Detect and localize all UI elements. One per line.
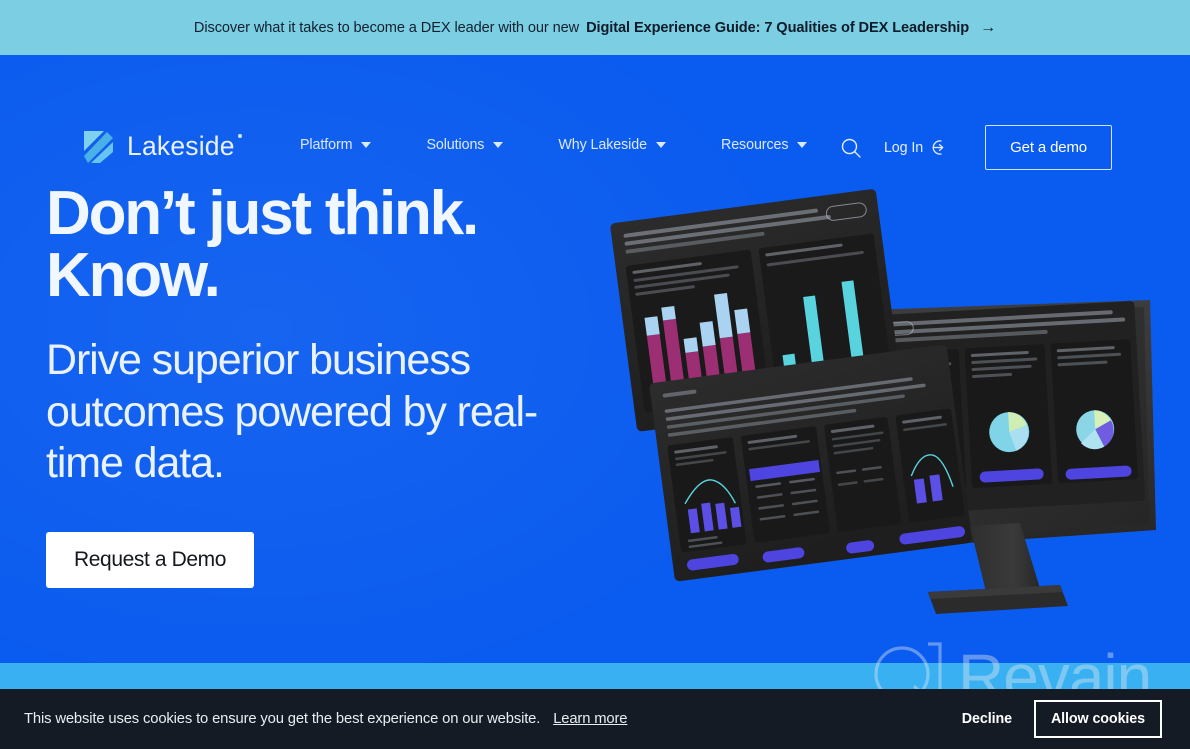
nav-item-solutions[interactable]: Solutions (426, 137, 504, 153)
lakeside-dashboard-monitor-image (590, 140, 1190, 640)
cookie-message-wrap: This website uses cookies to ensure you … (24, 711, 628, 727)
decline-cookies-button[interactable]: Decline (962, 711, 1012, 727)
announcement-content: Discover what it takes to become a DEX l… (193, 19, 996, 36)
hero-content: Don’t just think. Know. Drive superior b… (46, 183, 566, 588)
brand-name: Lakeside (127, 131, 242, 162)
hero-subheadline: Drive superior business outcomes powered… (46, 336, 538, 488)
chevron-down-icon (361, 142, 372, 148)
nav-item-resources-label: Resources (720, 137, 789, 153)
arrow-right-icon[interactable]: → (980, 19, 996, 36)
brand-trademark-dot (237, 134, 242, 138)
nav-menu: Platform Solutions Why Lakeside Resource… (300, 137, 862, 153)
nav-actions: Log In Get a demo (838, 125, 1112, 170)
search-icon (841, 138, 861, 158)
nav-item-resources[interactable]: Resources (720, 137, 808, 153)
hero-headline-line2: Know. (46, 241, 221, 310)
announcement-text: Discover what it takes to become a DEX l… (193, 19, 580, 36)
login-link[interactable]: Log In (884, 139, 947, 156)
accent-strip (0, 663, 1190, 689)
login-arrow-icon (932, 140, 944, 155)
floating-dashboard-bottom (649, 344, 972, 582)
nav-item-why-lakeside-label: Why Lakeside (558, 137, 647, 153)
cookie-learn-more-link[interactable]: Learn more (553, 711, 627, 727)
hero-headline: Don’t just think. Know. (46, 183, 566, 307)
nav-item-why-lakeside[interactable]: Why Lakeside (558, 137, 666, 153)
cookie-actions: Decline Allow cookies (962, 700, 1162, 738)
brand-logo[interactable]: Lakeside (82, 128, 242, 165)
hero-headline-line1: Don’t just think. (46, 179, 479, 248)
allow-cookies-button[interactable]: Allow cookies (1033, 700, 1162, 738)
lakeside-logo-icon (84, 131, 113, 163)
chevron-down-icon (797, 142, 808, 148)
cookie-consent-banner: This website uses cookies to ensure you … (0, 689, 1190, 749)
chevron-down-icon (655, 142, 666, 148)
monitor-illustration-svg (610, 189, 1156, 614)
page-root: Discover what it takes to become a DEX l… (0, 0, 1190, 749)
announcement-bar: Discover what it takes to become a DEX l… (0, 0, 1190, 55)
request-a-demo-button[interactable]: Request a Demo (46, 531, 254, 588)
nav-item-platform[interactable]: Platform (300, 137, 372, 153)
main-navigation: Lakeside Platform Solutions Why Lakeside… (0, 55, 1190, 170)
nav-item-platform-label: Platform (300, 137, 353, 153)
login-label: Log In (883, 139, 924, 156)
get-a-demo-button[interactable]: Get a demo (985, 125, 1112, 170)
announcement-link[interactable]: Digital Experience Guide: 7 Qualities of… (586, 20, 969, 36)
search-button[interactable] (838, 135, 864, 161)
nav-item-solutions-label: Solutions (426, 137, 485, 153)
cookie-message: This website uses cookies to ensure you … (24, 711, 541, 727)
chevron-down-icon (493, 142, 504, 148)
